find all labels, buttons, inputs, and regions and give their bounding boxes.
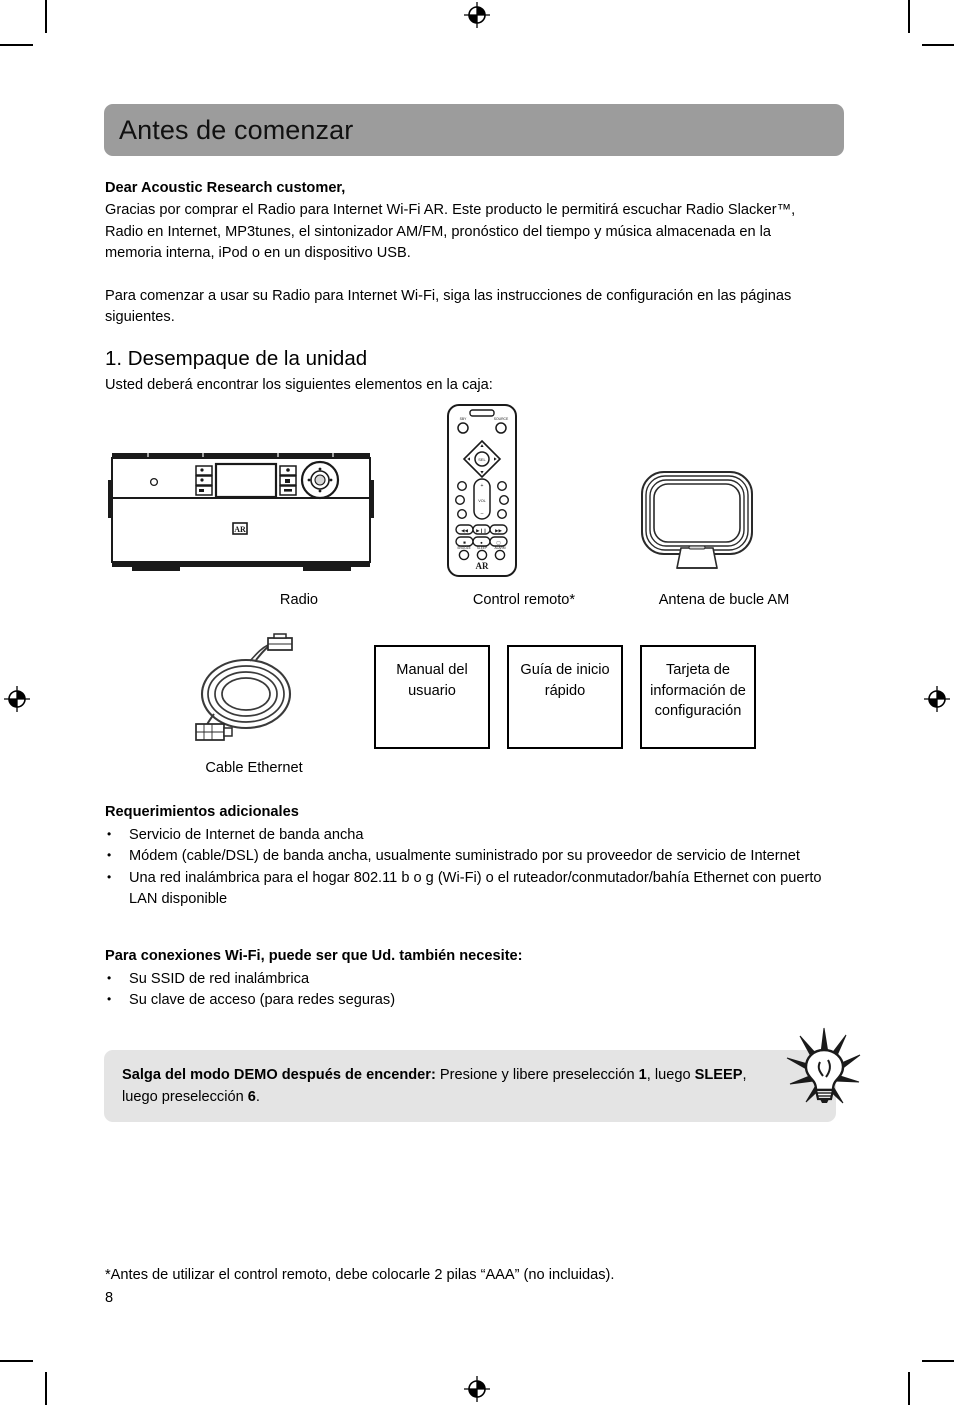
additional-requirements-title: Requerimientos adicionales xyxy=(105,804,299,820)
wifi-requirements-block: Para conexiones Wi-Fi, puede ser que Ud.… xyxy=(105,946,845,1012)
remote-control-illustration: SBY SOURCE SEL + VOL – ◀◀ ▶❙❙ ▶▶ ■ ● ▢ S… xyxy=(447,404,517,577)
additional-requirements-list: Servicio de Internet de banda ancha Móde… xyxy=(105,824,845,911)
tip-bold-lead: Salga del modo DEMO después de encender: xyxy=(122,1067,436,1083)
svg-text:ALARM: ALARM xyxy=(495,546,506,550)
svg-text:–: – xyxy=(481,511,484,517)
crop-mark-bottom-left-vertical xyxy=(45,1372,47,1405)
crop-mark-top-left-horizontal xyxy=(0,44,33,46)
crop-mark-bottom-left-horizontal xyxy=(0,1360,33,1362)
radio-illustration: AR xyxy=(108,453,374,571)
tip-text-4: . xyxy=(255,1089,260,1105)
list-item: Módem (cable/DSL) de banda ancha, usualm… xyxy=(105,845,845,867)
page-title: Antes de comenzar xyxy=(119,114,354,145)
salutation-text: Dear Acoustic Research customer, xyxy=(105,180,346,196)
section-1-heading: 1. Desempaque de la unidad xyxy=(105,347,368,370)
crop-mark-bottom-right-vertical xyxy=(908,1372,910,1405)
caption-antenna: Antena de bucle AM xyxy=(658,592,790,608)
remote-battery-footnote: *Antes de utilizar el control remoto, de… xyxy=(105,1267,615,1283)
svg-text:SOURCE: SOURCE xyxy=(494,417,509,421)
wifi-requirements-title: Para conexiones Wi-Fi, puede ser que Ud.… xyxy=(105,948,523,964)
manual-page: Antes de comenzar Dear Acoustic Research… xyxy=(104,0,861,1405)
caption-radio: Radio xyxy=(279,592,319,608)
package-contents-row-1: AR SBY SOURCE SEL + VOL – ◀◀ ▶❙❙ ▶▶ ■ ● … xyxy=(104,400,844,615)
section-1-subheading: Usted deberá encontrar los siguientes el… xyxy=(105,377,493,393)
svg-text:▶❙❙: ▶❙❙ xyxy=(476,528,487,533)
svg-text:SLEEP: SLEEP xyxy=(477,546,487,550)
tip-sleep-key: SLEEP xyxy=(694,1067,743,1083)
svg-text:+: + xyxy=(481,483,484,489)
demo-mode-tip-box: Salga del modo DEMO después de encender:… xyxy=(104,1050,836,1122)
svg-text:■: ■ xyxy=(463,540,466,545)
crop-mark-top-right-horizontal xyxy=(922,44,954,46)
svg-text:▢: ▢ xyxy=(496,540,500,545)
package-contents-row-2: Cable Ethernet Manual del usuario Guía d… xyxy=(104,630,844,790)
intro-paragraph-1: Gracias por comprar el Radio para Intern… xyxy=(105,202,796,261)
svg-text:AR: AR xyxy=(476,561,489,571)
svg-text:VOL: VOL xyxy=(478,499,486,503)
svg-text:SBY: SBY xyxy=(460,417,468,421)
tip-text-2: , luego xyxy=(646,1067,695,1083)
doc-box-quick-start: Guía de inicio rápido xyxy=(507,645,623,749)
page-number: 8 xyxy=(105,1290,114,1306)
intro-block: Dear Acoustic Research customer, Gracias… xyxy=(105,178,805,329)
crop-mark-top-right-vertical xyxy=(908,0,910,33)
svg-text:◀◀: ◀◀ xyxy=(461,528,468,533)
demo-mode-tip-text: Salga del modo DEMO después de encender:… xyxy=(122,1064,762,1108)
list-item: Una red inalámbrica para el hogar 802.11… xyxy=(105,867,845,911)
tip-text-1: Presione y libere preselección xyxy=(435,1067,639,1083)
svg-text:●: ● xyxy=(480,540,483,545)
svg-text:SNOOZE: SNOOZE xyxy=(457,546,470,550)
wifi-requirements-list: Su SSID de red inalámbrica Su clave de a… xyxy=(105,968,845,1012)
additional-requirements-block: Requerimientos adicionales Servicio de I… xyxy=(105,802,845,910)
page-header-banner: Antes de comenzar xyxy=(104,104,844,156)
caption-cable: Cable Ethernet xyxy=(205,760,303,776)
crop-mark-top-left-vertical xyxy=(45,0,47,33)
tip-preset-6: 6 xyxy=(247,1089,256,1105)
lightbulb-icon xyxy=(786,1027,861,1104)
registration-target-right xyxy=(924,686,950,712)
svg-text:AR: AR xyxy=(234,525,246,534)
registration-target-left xyxy=(4,686,30,712)
tip-preset-1: 1 xyxy=(638,1067,647,1083)
am-loop-antenna-illustration xyxy=(641,471,753,569)
intro-paragraph-2: Para comenzar a usar su Radio para Inter… xyxy=(105,287,792,326)
crop-mark-bottom-right-horizontal xyxy=(922,1360,954,1362)
svg-text:SEL: SEL xyxy=(478,457,486,462)
list-item: Servicio de Internet de banda ancha xyxy=(105,824,845,846)
svg-text:▶▶: ▶▶ xyxy=(495,528,502,533)
doc-box-user-manual: Manual del usuario xyxy=(374,645,490,749)
list-item: Su SSID de red inalámbrica xyxy=(105,968,845,990)
ethernet-cable-illustration xyxy=(195,633,293,741)
doc-box-setup-info-card: Tarjeta de información de configuración xyxy=(640,645,756,749)
list-item: Su clave de acceso (para redes seguras) xyxy=(105,989,845,1011)
